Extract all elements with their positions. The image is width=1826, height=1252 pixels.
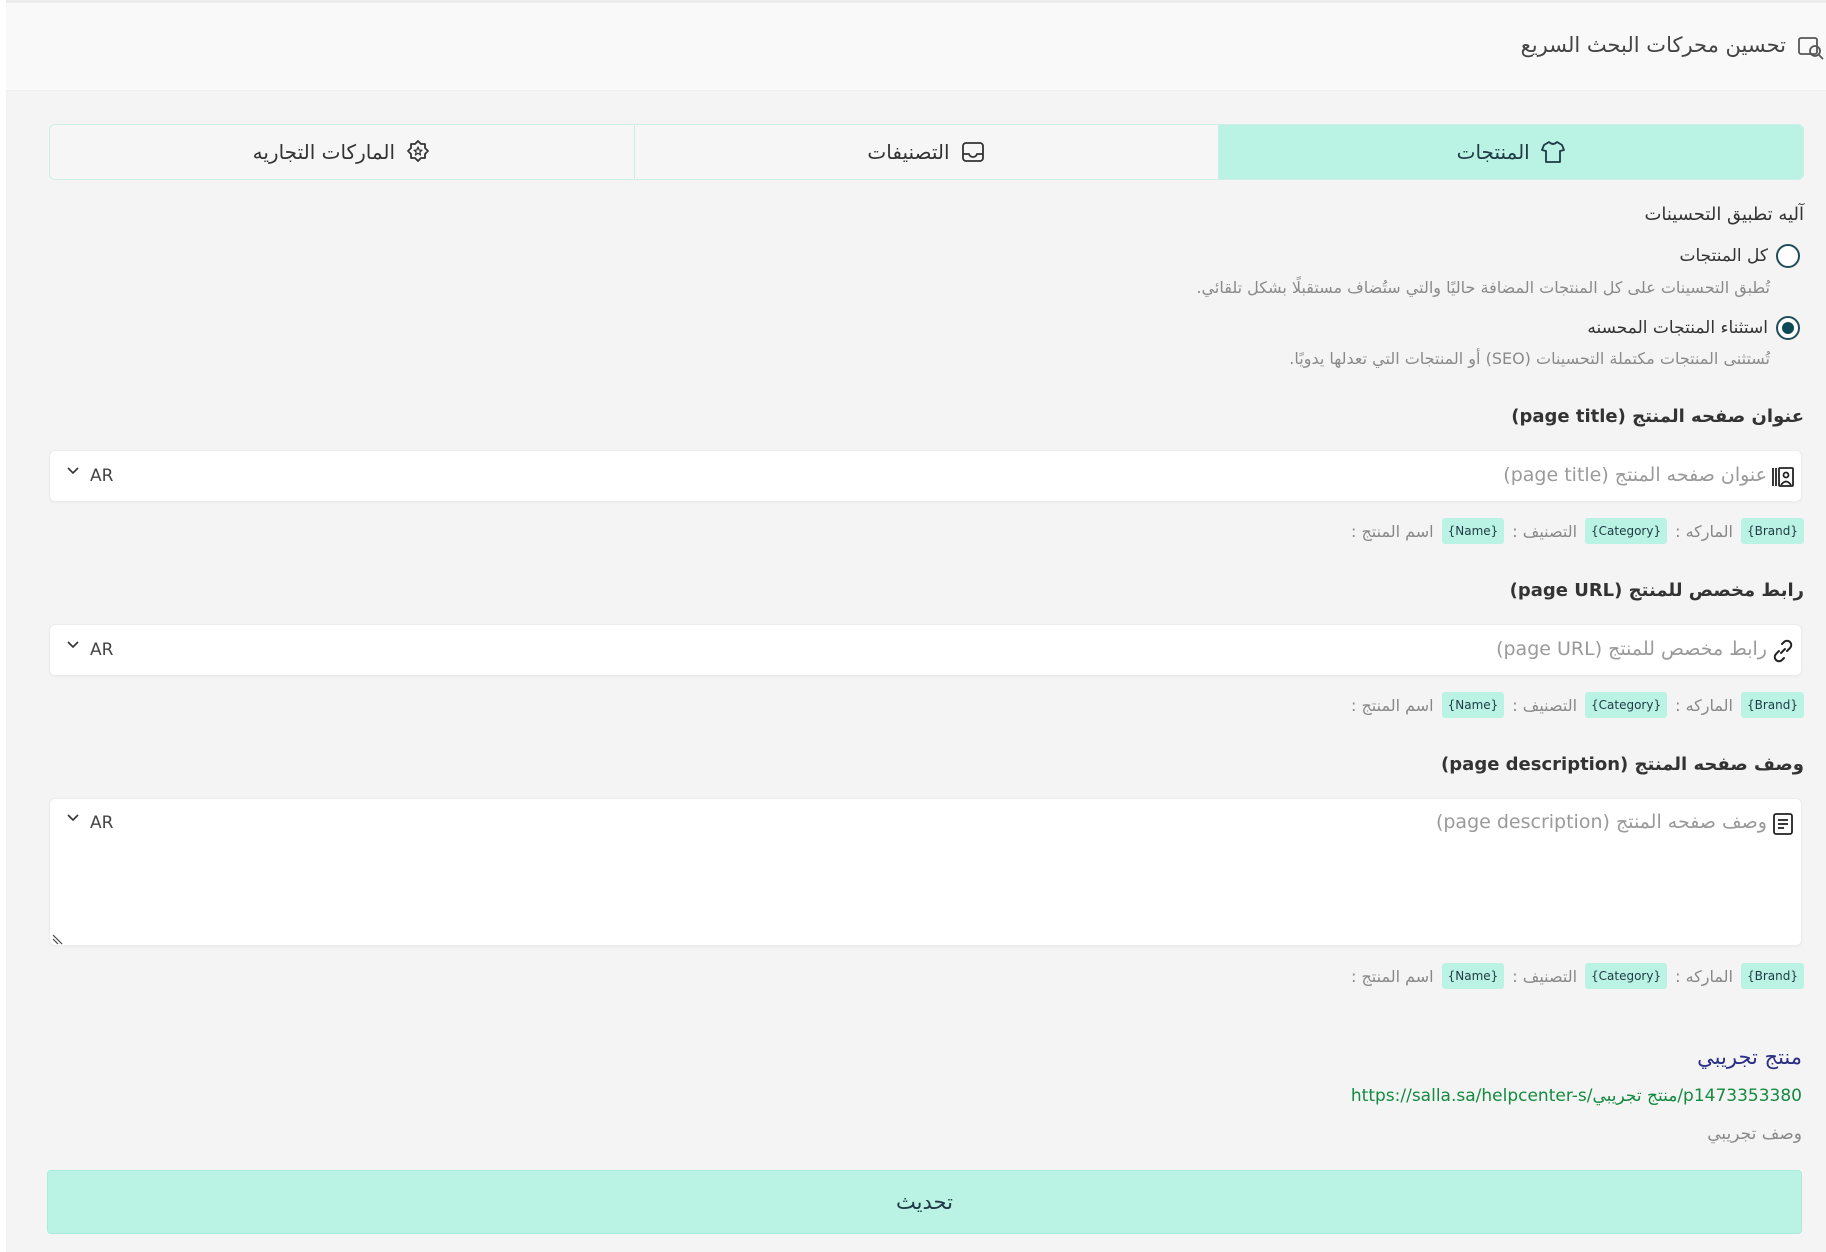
link-icon (1773, 639, 1793, 663)
page-header: تحسين محركات البحث السريع (6, 3, 1826, 91)
tab-brands[interactable]: الماركات التجاريه (50, 125, 634, 179)
variable-category-chip[interactable]: {Category} (1585, 963, 1668, 989)
variable-brand-chip[interactable]: {Brand} (1740, 518, 1804, 544)
variable-brand-label: الماركه : (1675, 966, 1733, 986)
page-description-lang-select[interactable]: AR (66, 813, 113, 833)
variable-name-label: اسم المنتج : (1350, 695, 1434, 715)
chevron-down-icon (67, 814, 79, 822)
tray-icon (961, 142, 984, 162)
page-url-lang-select[interactable]: AR (66, 640, 113, 660)
variable-category-chip[interactable]: {Category} (1585, 518, 1668, 544)
tab-products[interactable]: المنتجات (1218, 125, 1803, 179)
update-button-label: تحديث (896, 1190, 953, 1214)
tab-brands-label: الماركات التجاريه (252, 140, 396, 164)
variable-name-chip[interactable]: {Name} (1441, 518, 1505, 544)
page-url-placeholder: رابط مخصص للمنتج (page URL) (1496, 638, 1767, 660)
page-title-field-label: عنوان صفحه المنتج (page title) (1511, 406, 1804, 427)
page-url-lang-value: AR (90, 640, 114, 660)
radio-exclude-optimized-control[interactable] (1776, 316, 1800, 340)
page-url-input[interactable]: رابط مخصص للمنتج (page URL) AR (49, 624, 1802, 676)
badge-icon (407, 140, 429, 162)
variable-category-label: التصنيف : (1512, 521, 1578, 541)
page-description-textarea[interactable]: وصف صفحه المنتج (page description) AR (49, 798, 1802, 946)
resize-handle-icon[interactable] (52, 933, 64, 945)
variable-name-label: اسم المنتج : (1350, 966, 1434, 986)
radio-all-products[interactable]: كل المنتجات (1679, 244, 1800, 268)
shirt-icon (1540, 141, 1565, 163)
radio-all-products-label: كل المنتجات (1679, 246, 1768, 266)
mechanism-label: آليه تطبيق التحسينات (1644, 204, 1804, 225)
variable-name-chip[interactable]: {Name} (1441, 692, 1505, 718)
page-description-lang-value: AR (90, 813, 114, 833)
page-description-variables: اسم المنتج : {Name} التصنيف : {Category}… (1351, 963, 1804, 989)
search-preview-url: https://salla.sa/helpcenter-s/منتج تجريب… (1350, 1086, 1802, 1106)
page-title-variables: اسم المنتج : {Name} التصنيف : {Category}… (1351, 518, 1804, 544)
variable-brand-label: الماركه : (1675, 695, 1733, 715)
variable-category-chip[interactable]: {Category} (1585, 692, 1668, 718)
page-title-placeholder: عنوان صفحه المنتج (page title) (1503, 464, 1767, 486)
radio-exclude-optimized[interactable]: استثناء المنتجات المحسنه (1587, 316, 1800, 340)
variable-brand-label: الماركه : (1675, 521, 1733, 541)
page-title-lang-select[interactable]: AR (66, 466, 113, 486)
page-url-variables: اسم المنتج : {Name} التصنيف : {Category}… (1351, 692, 1804, 718)
variable-category-label: التصنيف : (1512, 966, 1578, 986)
tab-categories-label: التصنيفات (867, 140, 950, 164)
variable-name-label: اسم المنتج : (1350, 521, 1434, 541)
page-title: تحسين محركات البحث السريع (1520, 33, 1786, 57)
variable-name-chip[interactable]: {Name} (1441, 963, 1505, 989)
page-title-input[interactable]: عنوان صفحه المنتج (page title) AR (49, 450, 1802, 502)
left-edge (0, 0, 6, 1252)
title-icon (1772, 467, 1794, 487)
tab-categories[interactable]: التصنيفات (633, 125, 1219, 179)
chevron-down-icon (67, 467, 79, 475)
entity-tabs: المنتجات التصنيفات الماركات التجاريه (49, 124, 1804, 180)
radio-exclude-optimized-help: تُستثنى المنتجات مكتملة التحسينات (SEO) … (1289, 349, 1770, 368)
page-description-placeholder: وصف صفحه المنتج (page description) (1435, 811, 1767, 833)
radio-all-products-help: تُطبق التحسينات على كل المنتجات المضافة … (1196, 278, 1770, 297)
variable-brand-chip[interactable]: {Brand} (1740, 963, 1804, 989)
variable-category-label: التصنيف : (1512, 695, 1578, 715)
chevron-down-icon (67, 641, 79, 649)
document-icon (1773, 813, 1793, 835)
page-description-field-label: وصف صفحه المنتج (page description) (1441, 754, 1804, 775)
search-preview-description: وصف تجريبي (1707, 1124, 1802, 1144)
page-url-field-label: رابط مخصص للمنتج (page URL) (1509, 580, 1804, 601)
search-preview-title: منتج تجريبي (1697, 1045, 1802, 1069)
seo-search-icon (1798, 37, 1824, 60)
page-title-lang-value: AR (90, 466, 114, 486)
update-button[interactable]: تحديث (47, 1170, 1802, 1234)
variable-brand-chip[interactable]: {Brand} (1740, 692, 1804, 718)
radio-all-products-control[interactable] (1776, 244, 1800, 268)
radio-exclude-optimized-label: استثناء المنتجات المحسنه (1587, 318, 1768, 338)
tab-products-label: المنتجات (1456, 140, 1530, 164)
